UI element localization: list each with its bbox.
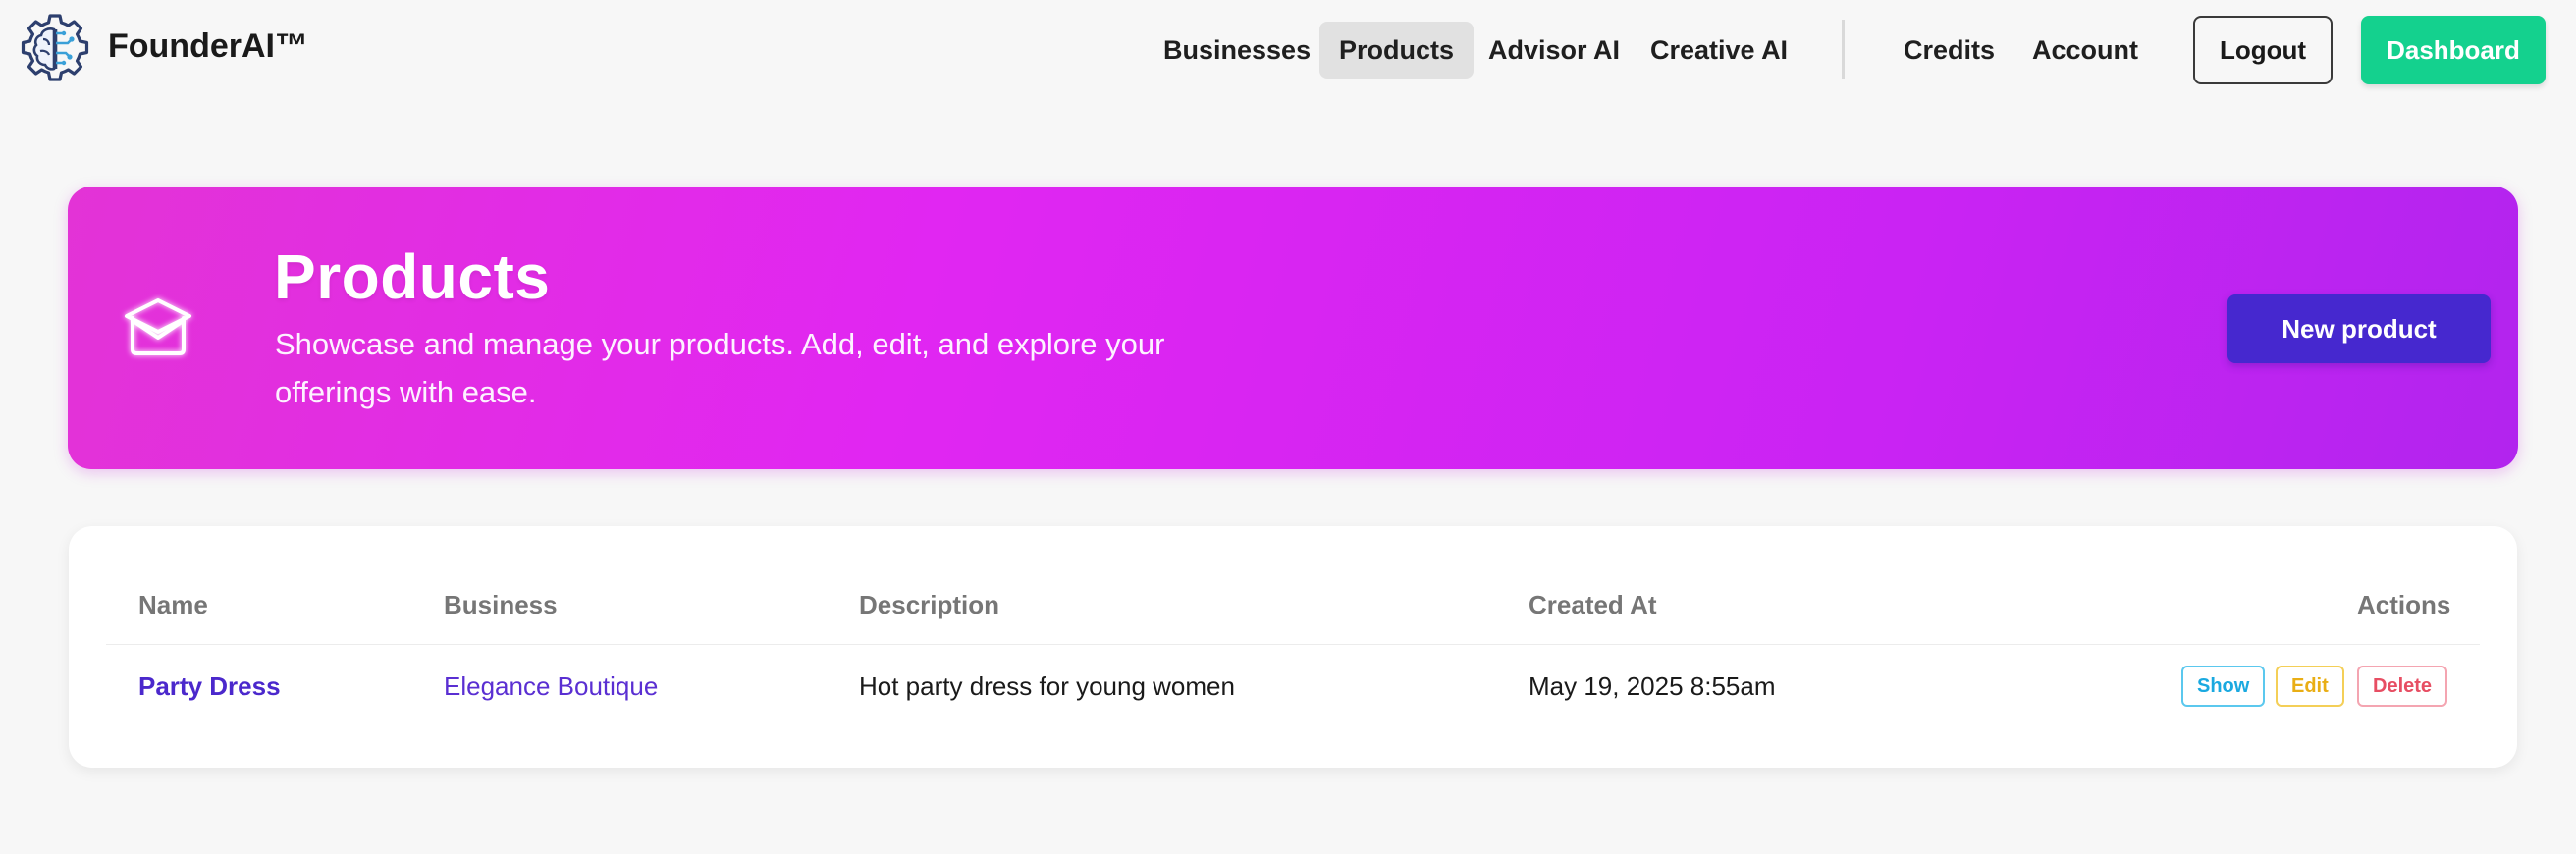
column-header-business[interactable]: Business xyxy=(444,590,558,620)
show-button[interactable]: Show xyxy=(2181,666,2266,707)
nav-link-credits[interactable]: Credits xyxy=(1884,22,2014,79)
edit-button[interactable]: Edit xyxy=(2276,666,2344,707)
graduation-cap-icon xyxy=(125,298,191,355)
nav-link-advisor-ai[interactable]: Advisor AI xyxy=(1469,22,1639,79)
dashboard-button[interactable]: Dashboard xyxy=(2361,16,2546,84)
logout-button[interactable]: Logout xyxy=(2193,16,2333,84)
nav-link-account[interactable]: Account xyxy=(2012,22,2158,79)
brand-name[interactable]: FounderAI™ xyxy=(108,27,308,66)
table-header-divider xyxy=(106,644,2480,645)
business-link[interactable]: Elegance Boutique xyxy=(444,671,658,702)
nav-divider xyxy=(1842,20,1845,79)
top-navbar: FounderAI™ Businesses Products Advisor A… xyxy=(0,0,2576,100)
page-subtitle: Showcase and manage your products. Add, … xyxy=(275,327,1165,409)
nav-link-businesses[interactable]: Businesses xyxy=(1144,22,1330,79)
nav-link-products[interactable]: Products xyxy=(1319,22,1475,79)
page-header-banner: Products Showcase and manage your produc… xyxy=(68,187,2518,469)
gear-brain-icon xyxy=(21,14,89,81)
column-header-actions: Actions xyxy=(2357,590,2451,619)
column-header-created-at[interactable]: Created At xyxy=(1529,590,1657,620)
column-header-description[interactable]: Description xyxy=(859,590,999,620)
delete-button[interactable]: Delete xyxy=(2357,666,2448,707)
created-at-value: May 19, 2025 8:55am xyxy=(1529,671,1776,701)
product-name-link[interactable]: Party Dress xyxy=(138,671,281,702)
brand[interactable] xyxy=(14,10,96,92)
products-table: Name Business Description Created At Act… xyxy=(69,526,2517,768)
nav-link-creative-ai[interactable]: Creative AI xyxy=(1631,22,1807,79)
column-header-name[interactable]: Name xyxy=(138,590,208,620)
page-title: Products xyxy=(274,241,551,312)
product-description: Hot party dress for young women xyxy=(859,671,1235,701)
new-product-button[interactable]: New product xyxy=(2227,294,2491,363)
